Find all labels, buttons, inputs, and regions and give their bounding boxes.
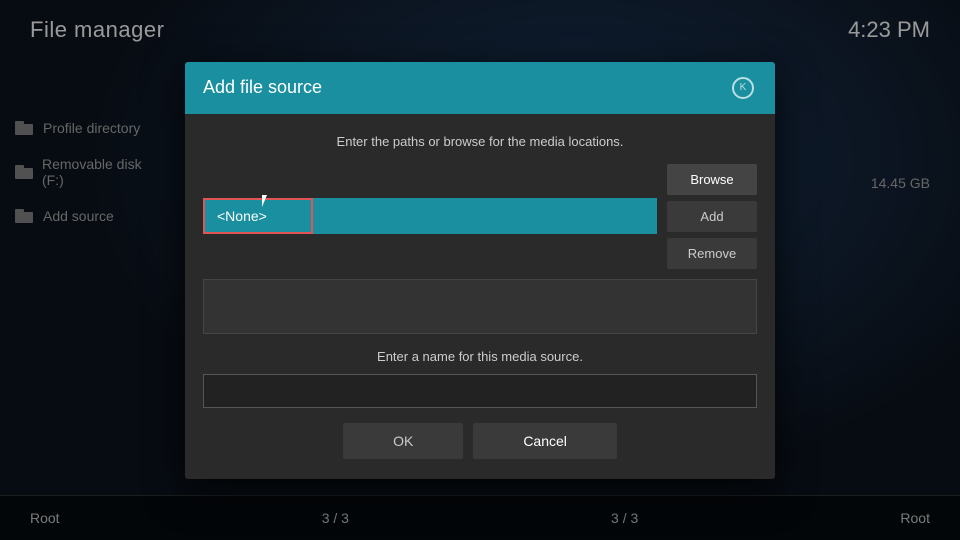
none-button[interactable]: <None> [203, 198, 313, 234]
browse-button[interactable]: Browse [667, 164, 757, 195]
dialog-title: Add file source [203, 77, 322, 98]
dialog-body: Enter the paths or browse for the media … [185, 114, 775, 479]
source-path-display[interactable] [313, 198, 657, 234]
kodi-logo: K [732, 77, 754, 99]
source-list-area [203, 279, 757, 334]
kodi-icon: K [729, 74, 757, 102]
cancel-button[interactable]: Cancel [473, 423, 617, 459]
add-button[interactable]: Add [667, 201, 757, 232]
name-input[interactable] [203, 374, 757, 408]
dialog-header: Add file source K [185, 62, 775, 114]
dialog-actions: OK Cancel [203, 423, 757, 459]
ok-button[interactable]: OK [343, 423, 463, 459]
name-instruction: Enter a name for this media source. [203, 349, 757, 364]
dialog-overlay: Add file source K Enter the paths or bro… [0, 0, 960, 540]
add-file-source-dialog: Add file source K Enter the paths or bro… [185, 62, 775, 479]
source-row: <None> Browse Add Remove [203, 164, 757, 269]
source-action-buttons: Browse Add Remove [667, 164, 757, 269]
remove-button[interactable]: Remove [667, 238, 757, 269]
paths-instruction: Enter the paths or browse for the media … [203, 134, 757, 149]
name-section: Enter a name for this media source. [203, 349, 757, 408]
